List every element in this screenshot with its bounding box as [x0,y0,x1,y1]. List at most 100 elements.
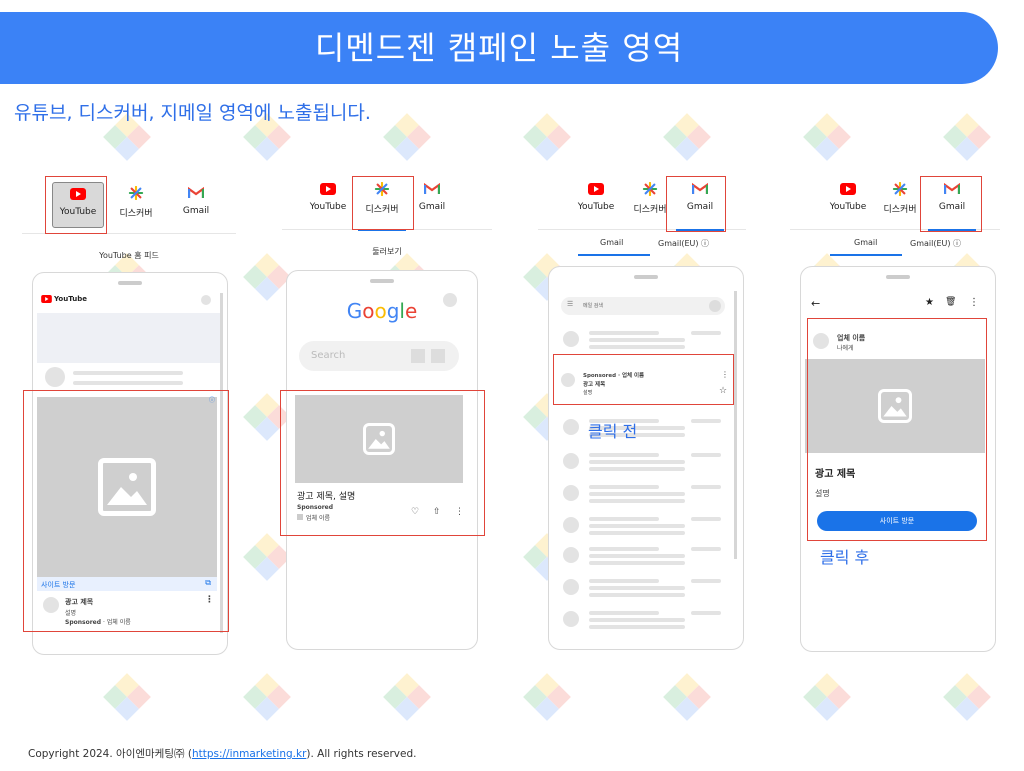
sub-tab-gmail[interactable]: Gmail [854,238,877,247]
tab-gmail-label: Gmail [418,202,446,212]
sub-tab-gmail-eu-label: Gmail(EU) [658,239,699,248]
mail-line [589,517,659,521]
avatar[interactable] [443,293,457,307]
watermark-segment [254,392,280,417]
advertiser-name: 업체 이름 [306,515,330,522]
discover-icon [892,182,908,196]
mail-line [589,593,685,597]
mail-line [589,618,685,622]
star-icon[interactable]: ☆ [719,386,727,396]
tab-youtube[interactable]: YouTube [300,178,356,230]
watermark-segment [942,124,967,150]
star-filled-icon[interactable]: ★ [925,297,934,308]
info-icon[interactable]: ⓘ [209,395,215,404]
tab-youtube[interactable]: YouTube [820,178,876,230]
menu-icon[interactable]: ☰ [567,300,573,308]
tab-discover[interactable]: 디스커버 [354,178,410,231]
watermark-segment [127,124,152,150]
sub-tab-gmail[interactable]: Gmail [600,238,623,247]
more-options-icon[interactable]: ⋮ [455,507,464,517]
tab-gmail[interactable]: Gmail [672,178,728,231]
copyright-suffix: ). All rights reserved. [306,748,417,760]
watermark-logo [522,672,572,722]
tab-gmail-label: Gmail [938,202,966,212]
sub-tab-underline [578,254,650,256]
ad-description: 설명 [583,390,593,396]
mic-icon[interactable] [431,349,445,363]
tab-gmail[interactable]: Gmail [924,178,980,231]
watermark-segment [254,137,280,162]
watermark-segment [127,684,152,710]
tab-gmail[interactable]: Gmail [168,182,224,234]
watermark-segment [674,112,700,137]
ad-title: 광고 제목 [815,469,856,480]
tab-discover-label: 디스커버 [365,205,399,215]
advertiser-line: 업체 이름 [297,513,330,522]
mail-line [589,467,685,471]
image-icon [98,458,156,516]
more-options-icon[interactable]: ⋮ [205,595,214,605]
website-link[interactable]: https://inmarketing.kr [192,748,306,760]
watermark-segment [242,404,267,430]
share-icon[interactable]: ⇧ [433,507,441,517]
tab-youtube-label: YouTube [577,202,615,212]
mail-search-input[interactable]: ☰ 메일 검색 [561,297,725,315]
discover-icon [642,182,658,196]
trash-icon[interactable]: 🗑 [945,297,956,307]
site-visit-button[interactable]: 사이트 방문 [817,511,977,531]
recipient-label: 나에게 [837,345,854,352]
back-arrow-icon[interactable]: ← [811,297,820,310]
watermark-segment [814,672,840,697]
more-options-icon[interactable]: ⋮ [969,297,979,308]
tab-youtube[interactable]: YouTube [568,178,624,230]
sub-tab-gmail-eu[interactable]: Gmail(EU) ⓘ [658,238,709,249]
page-title: 디멘드젠 캠페인 노출 영역 [314,29,684,67]
mail-line [589,625,685,629]
search-input[interactable]: Search [299,341,459,371]
mail-line [589,611,659,615]
watermark-segment [827,684,852,710]
avatar[interactable] [201,295,211,305]
youtube-logo-icon [41,295,52,303]
sub-tab-gmail-eu[interactable]: Gmail(EU) ⓘ [910,238,961,249]
discover-icon [128,186,144,200]
gmail-icon [188,186,204,198]
help-icon: ⓘ [953,239,962,248]
site-visit-bar[interactable]: 사이트 방문 ⧉ [37,577,217,591]
tab-discover[interactable]: 디스커버 [872,178,928,230]
tab-youtube-label: YouTube [829,202,867,212]
phone-mockup: ← ★ 🗑 ⋮ 업체 이름 나에게 광고 제목 설명 사이트 방문 [800,266,996,652]
panel-discover: YouTube 디스커버 Gmail 둘러보기 Google Search 광고… [280,170,492,660]
placeholder-line [73,381,183,385]
watermark-segment [662,124,687,150]
scrollbar[interactable] [734,291,737,559]
mail-line [589,485,659,489]
tab-youtube[interactable]: YouTube [52,182,104,228]
tab-discover[interactable]: 디스커버 [108,182,164,234]
tab-gmail[interactable]: Gmail [404,178,460,230]
watermark-segment [534,697,560,722]
mail-line [589,345,685,349]
scrollbar[interactable] [220,293,223,633]
watermark-logo [942,672,992,722]
tab-youtube-label: YouTube [309,202,347,212]
mail-avatar [563,331,579,347]
mail-date-line [691,331,721,335]
watermark-segment [674,697,700,722]
sponsored-label: Sponsored [297,504,334,511]
tab-discover[interactable]: 디스커버 [622,178,678,230]
channel-tabs: YouTube 디스커버 Gmail [282,170,492,231]
mail-date-line [691,453,721,457]
heart-icon[interactable]: ♡ [411,507,419,517]
mail-line [589,561,685,565]
watermark-logo [382,112,432,162]
watermark-segment [394,112,420,137]
placeholder-line [73,371,183,375]
phone-mockup: ☰ 메일 검색 Sponsored · 업체 이름 광고 제목 설명 ⋮ ☆ [548,266,744,650]
mail-date-line [691,517,721,521]
search-placeholder: Search [311,350,346,361]
lens-icon[interactable] [411,349,425,363]
external-link-icon: ⧉ [205,578,211,587]
avatar[interactable] [709,300,721,312]
more-options-icon[interactable]: ⋮ [721,370,729,379]
